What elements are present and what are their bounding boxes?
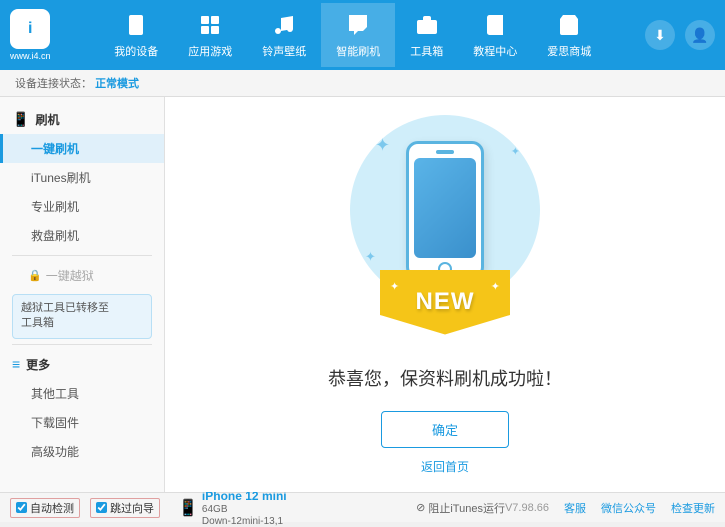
sidebar-section-jailbreak: 🔒 一键越狱 越狱工具已转移至工具箱: [0, 261, 164, 339]
sidebar-section-flash-title: 📱 刷机: [0, 105, 164, 134]
skip-wizard-checkbox[interactable]: 跳过向导: [90, 498, 160, 518]
phone-camera: [436, 150, 454, 154]
more-section-icon: ≡: [12, 356, 20, 372]
version-text: V7.98.66: [505, 502, 549, 514]
new-ribbon: ✦ NEW ✦: [380, 270, 510, 335]
more-section-label: 更多: [26, 356, 50, 373]
account-button[interactable]: 👤: [685, 20, 715, 50]
sidebar-divider-1: [12, 255, 152, 256]
nav-tutorial-label: 教程中心: [473, 43, 517, 59]
sidebar-section-more: ≡ 更多 其他工具 下载固件 高级功能: [0, 350, 164, 466]
sidebar: 📱 刷机 一键刷机 iTunes刷机 专业刷机 救盘刷机 🔒 一键越狱 越狱工具…: [0, 97, 165, 492]
sidebar-item-other-tools[interactable]: 其他工具: [0, 379, 164, 408]
phone-body: [406, 141, 484, 279]
nav-store[interactable]: 爱思商城: [532, 3, 606, 67]
customer-service-link[interactable]: 客服: [564, 500, 586, 516]
status-label: 设备连接状态：: [15, 78, 92, 90]
flash-section-label: 刷机: [35, 111, 59, 128]
device-icon: [122, 11, 150, 39]
sidebar-item-advanced[interactable]: 高级功能: [0, 437, 164, 466]
jailbreak-label: 一键越狱: [46, 267, 94, 284]
itunes-status-icon: ⊘: [416, 501, 425, 514]
device-model: Down-12mini-13,1: [202, 516, 287, 527]
sidebar-item-data-flash[interactable]: 救盘刷机: [0, 221, 164, 250]
sidebar-item-download-firmware[interactable]: 下载固件: [0, 408, 164, 437]
nav-ringtones[interactable]: 铃声壁纸: [247, 3, 321, 67]
confirm-button[interactable]: 确定: [381, 411, 509, 448]
bottom-right: V7.98.66 客服 微信公众号 检查更新: [505, 500, 715, 516]
success-illustration: ✦ ✦ ✦ ✦ NEW ✦: [335, 115, 555, 345]
status-bar: 设备连接状态： 正常模式: [0, 70, 725, 97]
skip-wizard-input[interactable]: [96, 502, 107, 513]
toolbox-icon: [413, 11, 441, 39]
check-update-link[interactable]: 检查更新: [671, 500, 715, 516]
tutorial-icon: [481, 11, 509, 39]
nav-store-label: 爱思商城: [547, 43, 591, 59]
ribbon-star-left: ✦: [390, 280, 399, 293]
sidebar-section-more-title: ≡ 更多: [0, 350, 164, 379]
ribbon-star-right: ✦: [491, 280, 500, 293]
flash-section-icon: 📱: [12, 111, 29, 128]
sidebar-jailbreak-notice: 越狱工具已转移至工具箱: [12, 294, 152, 339]
itunes-status-text: 阻止iTunes运行: [428, 500, 505, 516]
bottom-left: 自动检测 跳过向导 📱 iPhone 12 mini 64GB Down-12m…: [10, 489, 416, 527]
sidebar-divider-2: [12, 344, 152, 345]
nav-smart-flash[interactable]: 智能刷机: [321, 3, 395, 67]
sidebar-section-flash: 📱 刷机 一键刷机 iTunes刷机 专业刷机 救盘刷机: [0, 105, 164, 250]
lock-icon: 🔒: [28, 269, 42, 282]
sparkle-3: ✦: [365, 249, 376, 265]
content-area: ✦ ✦ ✦ ✦ NEW ✦ 恭喜您，保资料刷机: [165, 97, 725, 492]
auto-detect-checkbox[interactable]: 自动检测: [10, 498, 80, 518]
header: i www.i4.cn 我的设备 应用游戏 铃声壁: [0, 0, 725, 70]
nav-apps-games[interactable]: 应用游戏: [173, 3, 247, 67]
device-info: 📱 iPhone 12 mini 64GB Down-12mini-13,1: [178, 489, 287, 527]
logo-icon: i: [10, 9, 50, 49]
apps-icon: [196, 11, 224, 39]
ringtone-icon: [270, 11, 298, 39]
sparkle-1: ✦: [375, 135, 390, 156]
nav-my-device[interactable]: 我的设备: [99, 3, 173, 67]
sparkle-2: ✦: [511, 145, 520, 158]
logo-text: www.i4.cn: [10, 51, 51, 61]
ribbon-text: NEW: [416, 288, 475, 316]
skip-wizard-label: 跳过向导: [110, 500, 154, 516]
phone-icon: 📱: [178, 498, 198, 518]
sidebar-item-itunes-flash[interactable]: iTunes刷机: [0, 163, 164, 192]
nav-tutorial[interactable]: 教程中心: [458, 3, 532, 67]
nav-toolbox-label: 工具箱: [410, 43, 443, 59]
store-icon: [555, 11, 583, 39]
download-button[interactable]: ⬇: [645, 20, 675, 50]
status-value: 正常模式: [95, 78, 139, 90]
wechat-link[interactable]: 微信公众号: [601, 500, 656, 516]
sidebar-item-one-key-flash[interactable]: 一键刷机: [0, 134, 164, 163]
nav-my-device-label: 我的设备: [114, 43, 158, 59]
success-message: 恭喜您，保资料刷机成功啦！: [328, 365, 562, 391]
back-link[interactable]: 返回首页: [421, 458, 469, 475]
header-right: ⬇ 👤: [645, 20, 715, 50]
auto-detect-input[interactable]: [16, 502, 27, 513]
phone-screen: [414, 158, 476, 258]
logo: i www.i4.cn: [10, 9, 51, 61]
bottom-bar: 自动检测 跳过向导 📱 iPhone 12 mini 64GB Down-12m…: [0, 492, 725, 522]
sidebar-item-pro-flash[interactable]: 专业刷机: [0, 192, 164, 221]
nav-ringtones-label: 铃声壁纸: [262, 43, 306, 59]
ribbon-shape: ✦ NEW ✦: [380, 270, 510, 335]
device-details: iPhone 12 mini 64GB Down-12mini-13,1: [202, 489, 287, 527]
itunes-status: ⊘ 阻止iTunes运行: [416, 500, 505, 516]
nav-smart-flash-label: 智能刷机: [336, 43, 380, 59]
nav-apps-games-label: 应用游戏: [188, 43, 232, 59]
nav-bar: 我的设备 应用游戏 铃声壁纸 智能刷机: [61, 3, 645, 67]
nav-toolbox[interactable]: 工具箱: [395, 3, 458, 67]
sidebar-jailbreak-title: 🔒 一键越狱: [0, 261, 164, 290]
main-area: 📱 刷机 一键刷机 iTunes刷机 专业刷机 救盘刷机 🔒 一键越狱 越狱工具…: [0, 97, 725, 492]
device-storage: 64GB: [202, 503, 287, 516]
auto-detect-label: 自动检测: [30, 500, 74, 516]
flash-icon: [344, 11, 372, 39]
